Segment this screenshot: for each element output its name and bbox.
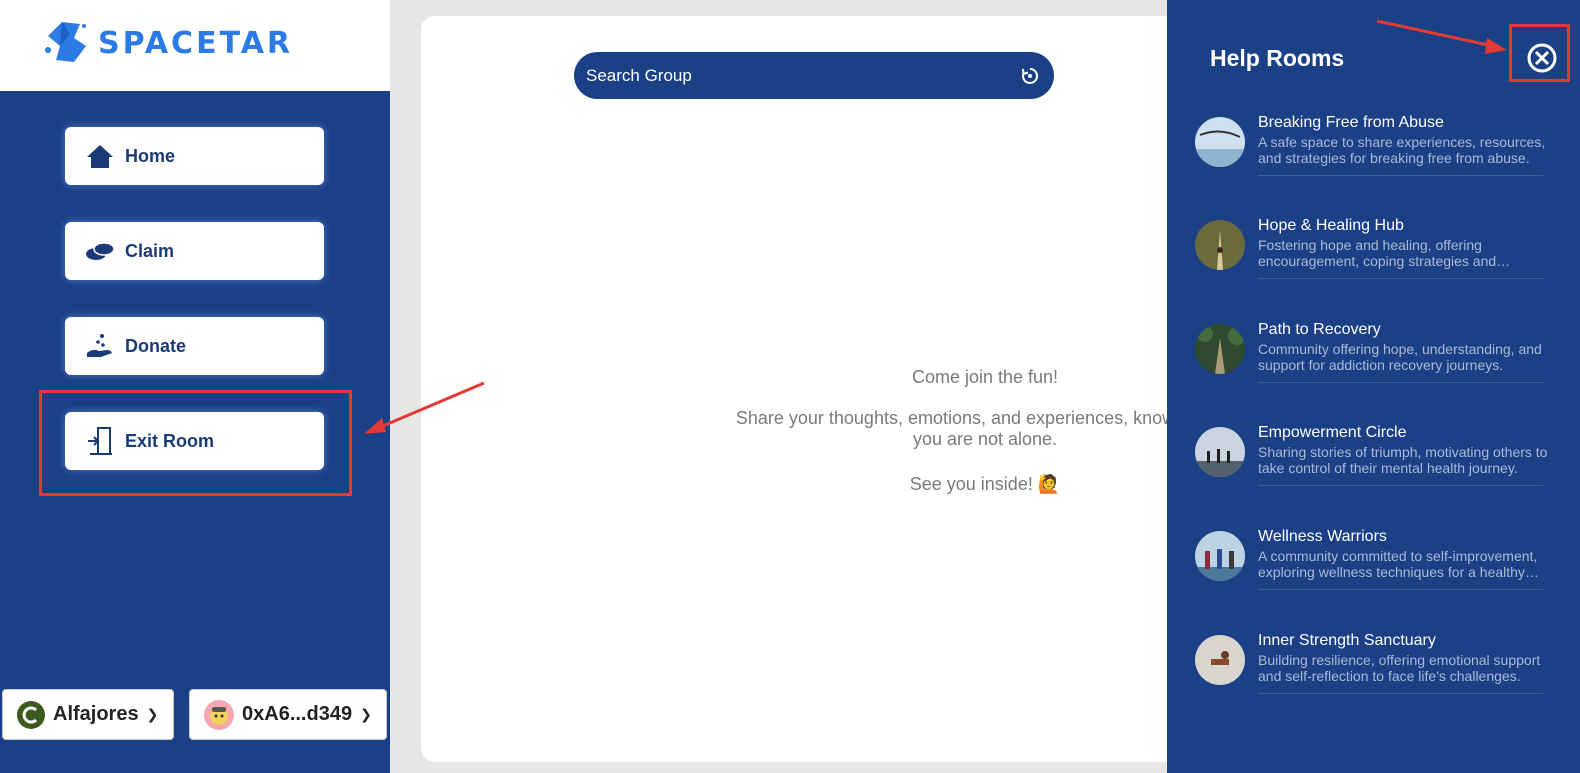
brand-name: SPACETAR: [98, 26, 294, 61]
divider: [1258, 175, 1543, 176]
room-avatar: [1195, 635, 1245, 685]
room-item-wellness-warriors[interactable]: Wellness Warriors A community committed …: [1195, 528, 1545, 598]
divider: [1258, 278, 1543, 279]
network-selector[interactable]: Alfajores ❯: [2, 689, 174, 740]
welcome-body: Share your thoughts, emotions, and exper…: [735, 408, 1235, 449]
room-name: Empowerment Circle: [1258, 424, 1407, 441]
welcome-closing: See you inside! 🙋: [909, 474, 1061, 494]
room-description: A community committed to self-improvemen…: [1258, 548, 1538, 580]
room-item-hope-healing[interactable]: Hope & Healing Hub Fostering hope and he…: [1195, 217, 1545, 287]
account-address: 0xA6...d349: [242, 703, 353, 725]
room-avatar: [1195, 324, 1245, 374]
sidebar: SPACETAR Home Claim Donate Exit Room Alf…: [0, 0, 390, 773]
room-description: A safe space to share experiences, resou…: [1258, 134, 1546, 166]
sidebar-item-label: Donate: [125, 335, 187, 356]
celo-network-icon: [17, 700, 45, 729]
room-item-path-to-recovery[interactable]: Path to Recovery Community offering hope…: [1195, 321, 1545, 391]
room-name: Breaking Free from Abuse: [1258, 114, 1444, 131]
help-rooms-title: Help Rooms: [1210, 45, 1345, 71]
annotation-highlight-exit-room: [39, 390, 352, 496]
room-description: Sharing stories of triumph, motivating o…: [1258, 444, 1548, 476]
spacetar-logo-icon: [45, 22, 86, 62]
sidebar-item-home[interactable]: Home: [65, 127, 324, 185]
divider: [1258, 589, 1543, 590]
welcome-heading: Come join the fun!: [911, 367, 1059, 387]
sidebar-item-claim[interactable]: Claim: [65, 222, 324, 280]
room-name: Wellness Warriors: [1258, 528, 1387, 545]
room-avatar: [1195, 220, 1245, 270]
avatar-emoji-icon: [204, 699, 234, 730]
search-group-input[interactable]: Search Group: [574, 52, 1054, 99]
room-avatar: [1195, 531, 1245, 581]
room-avatar: [1195, 427, 1245, 477]
room-name: Path to Recovery: [1258, 321, 1381, 338]
chevron-down-icon: ❯: [146, 706, 159, 722]
room-description: Fostering hope and healing, offering enc…: [1258, 237, 1497, 269]
home-icon: [85, 141, 115, 171]
room-name: Hope & Healing Hub: [1258, 217, 1404, 234]
annotation-arrow-right: [1376, 19, 1507, 54]
divider: [1258, 485, 1543, 486]
room-avatar: [1195, 117, 1245, 167]
room-item-inner-strength[interactable]: Inner Strength Sanctuary Building resili…: [1195, 632, 1545, 702]
main-content-card: [421, 16, 1201, 762]
coins-icon: [85, 236, 115, 266]
donate-hand-icon: [85, 331, 115, 361]
sidebar-item-donate[interactable]: Donate: [65, 317, 324, 375]
network-label: Alfajores: [53, 703, 139, 725]
room-description: Community offering hope, understanding, …: [1258, 341, 1542, 373]
room-item-empowerment-circle[interactable]: Empowerment Circle Sharing stories of tr…: [1195, 424, 1548, 494]
sidebar-item-label: Home: [125, 145, 176, 166]
account-selector[interactable]: 0xA6...d349 ❯: [189, 689, 387, 740]
chevron-down-icon: ❯: [360, 706, 372, 722]
room-item-breaking-free[interactable]: Breaking Free from Abuse A safe space to…: [1195, 114, 1545, 184]
room-description: Building resilience, offering emotional …: [1258, 652, 1541, 684]
refresh-icon[interactable]: [1020, 66, 1040, 86]
divider: [1258, 693, 1543, 694]
room-name: Inner Strength Sanctuary: [1258, 632, 1436, 649]
annotation-arrow-left: [364, 381, 485, 434]
logo-bar: SPACETAR: [0, 0, 390, 91]
divider: [1258, 382, 1543, 383]
help-rooms-panel: Help Rooms Breaking Free from Abuse A sa…: [1167, 0, 1580, 773]
search-placeholder: Search Group: [586, 65, 692, 85]
sidebar-item-label: Claim: [125, 240, 175, 261]
annotation-highlight-close: [1509, 24, 1570, 82]
